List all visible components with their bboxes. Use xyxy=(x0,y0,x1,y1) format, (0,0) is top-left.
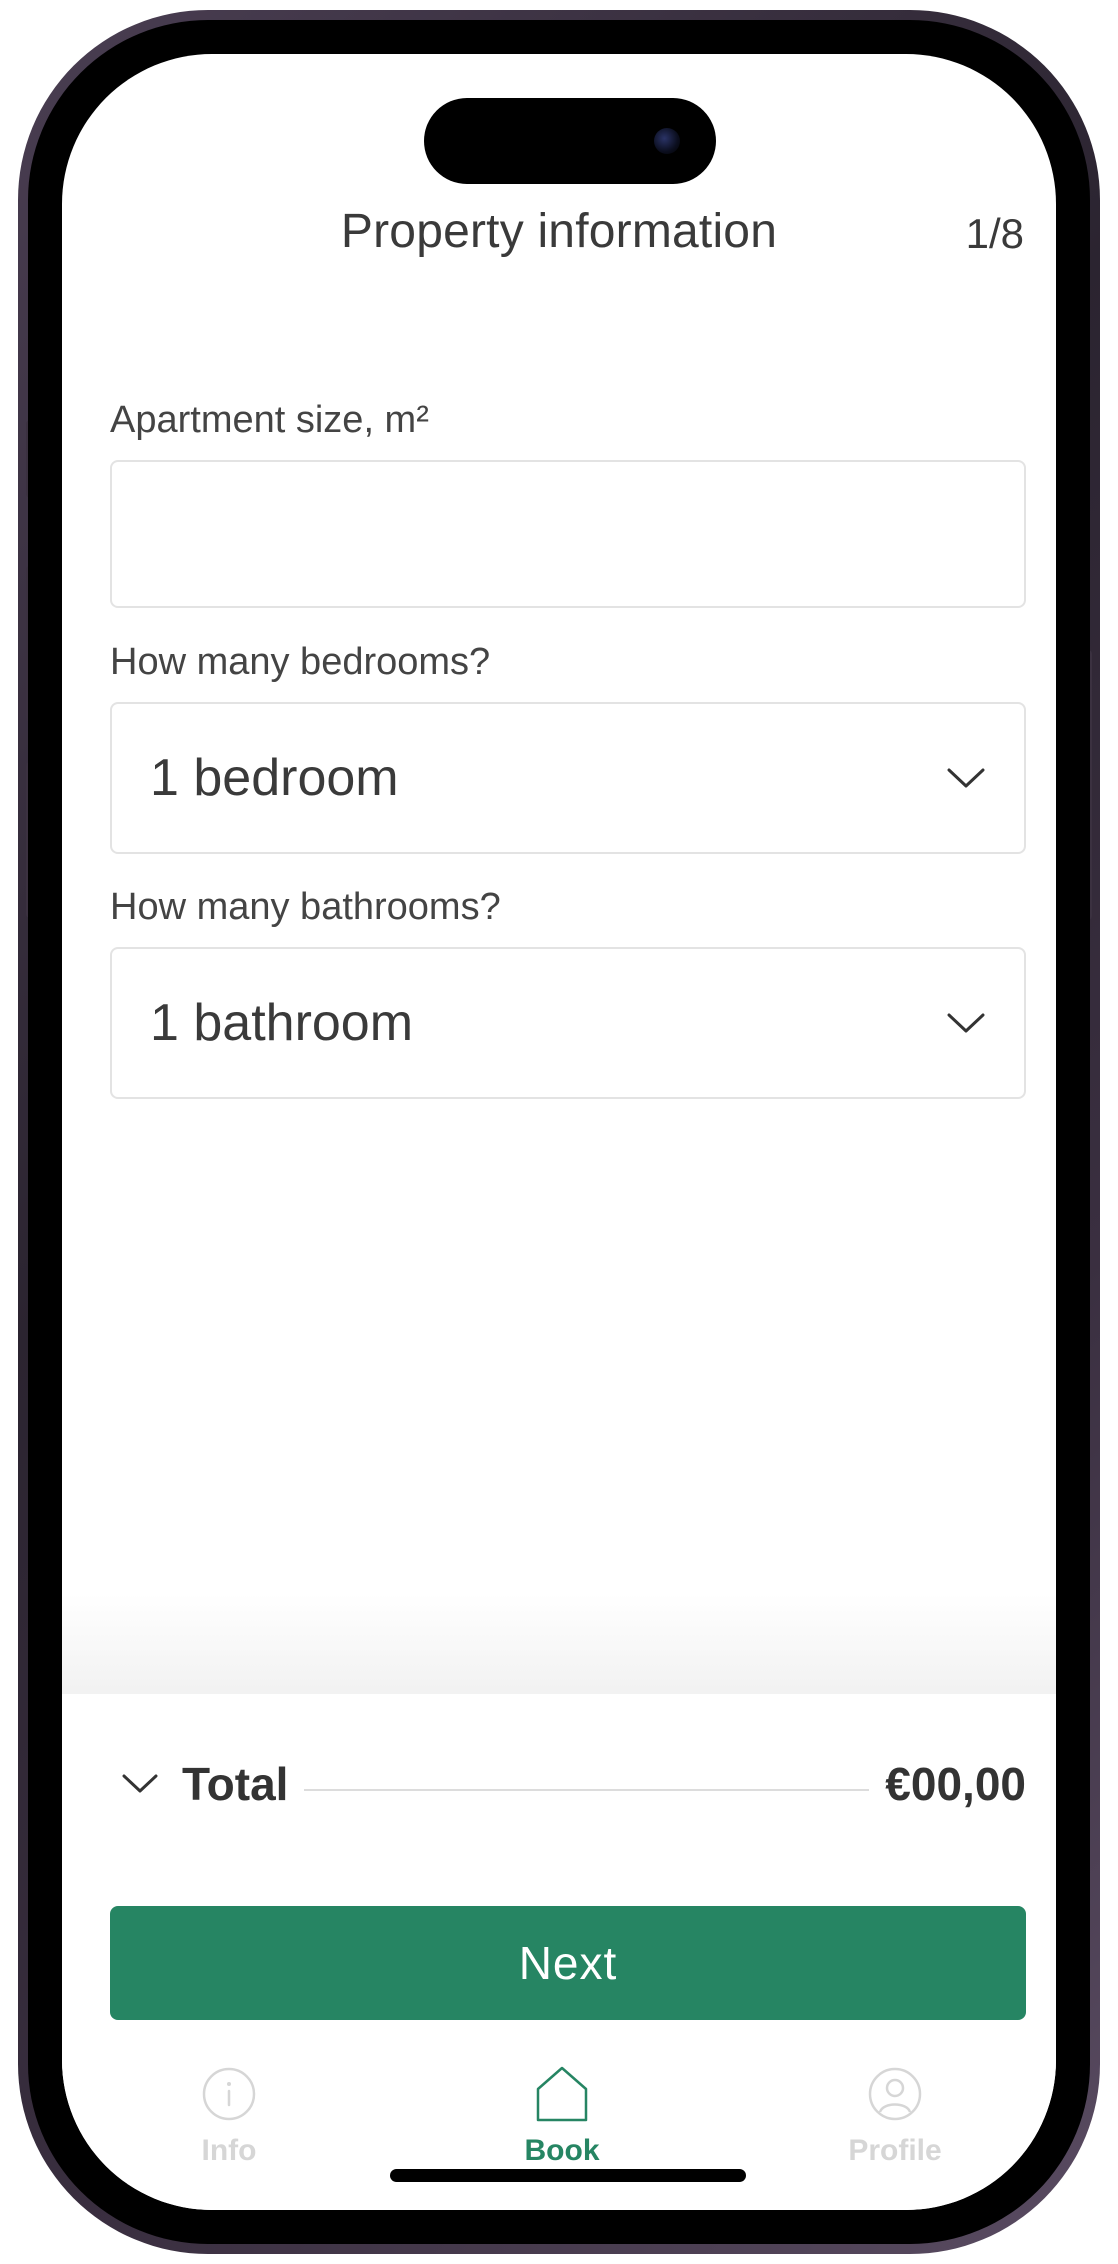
chevron-down-icon xyxy=(946,766,986,790)
bedrooms-select[interactable]: 1 bedroom xyxy=(110,702,1026,854)
chevron-down-icon[interactable] xyxy=(120,1769,160,1799)
bathrooms-select[interactable]: 1 bathroom xyxy=(110,947,1026,1099)
chevron-down-icon xyxy=(946,1011,986,1035)
bedrooms-value: 1 bedroom xyxy=(150,749,399,807)
tab-info[interactable]: Info xyxy=(129,2064,329,2194)
total-amount: €00,00 xyxy=(885,1758,1026,1810)
total-label: Total xyxy=(182,1758,289,1810)
bathrooms-label: How many bathrooms? xyxy=(110,886,501,928)
tab-label: Info xyxy=(201,2134,257,2167)
apartment-size-label: Apartment size, m² xyxy=(110,399,429,441)
home-indicator[interactable] xyxy=(390,2169,746,2182)
page-title: Property information xyxy=(340,205,778,258)
dynamic-island xyxy=(424,98,716,184)
bedrooms-label: How many bedrooms? xyxy=(110,641,491,683)
panel-shadow xyxy=(62,1594,1056,1694)
info-icon xyxy=(199,2064,259,2124)
tab-label: Book xyxy=(524,2134,600,2167)
screen: Property information 1/8 Apartment size,… xyxy=(62,54,1056,2210)
total-row: Total €00,00 xyxy=(110,1754,1026,1814)
apartment-size-input[interactable] xyxy=(110,460,1026,608)
tab-profile[interactable]: Profile xyxy=(795,2064,995,2194)
next-button[interactable]: Next xyxy=(110,1906,1026,2020)
camera-icon xyxy=(654,128,680,154)
phone-frame: Property information 1/8 Apartment size,… xyxy=(18,10,1100,2254)
bathrooms-value: 1 bathroom xyxy=(150,994,414,1052)
tab-label: Profile xyxy=(848,2134,942,2167)
total-divider xyxy=(304,1789,870,1791)
home-icon xyxy=(532,2064,592,2124)
phone-bezel: Property information 1/8 Apartment size,… xyxy=(28,20,1090,2244)
bottom-panel: Total €00,00 Next Info Book Profile xyxy=(62,1694,1056,2210)
step-counter: 1/8 xyxy=(965,210,1024,257)
tab-bar: Info Book Profile xyxy=(62,2064,1056,2204)
header: Property information 1/8 xyxy=(62,204,1056,274)
profile-icon xyxy=(865,2064,925,2124)
